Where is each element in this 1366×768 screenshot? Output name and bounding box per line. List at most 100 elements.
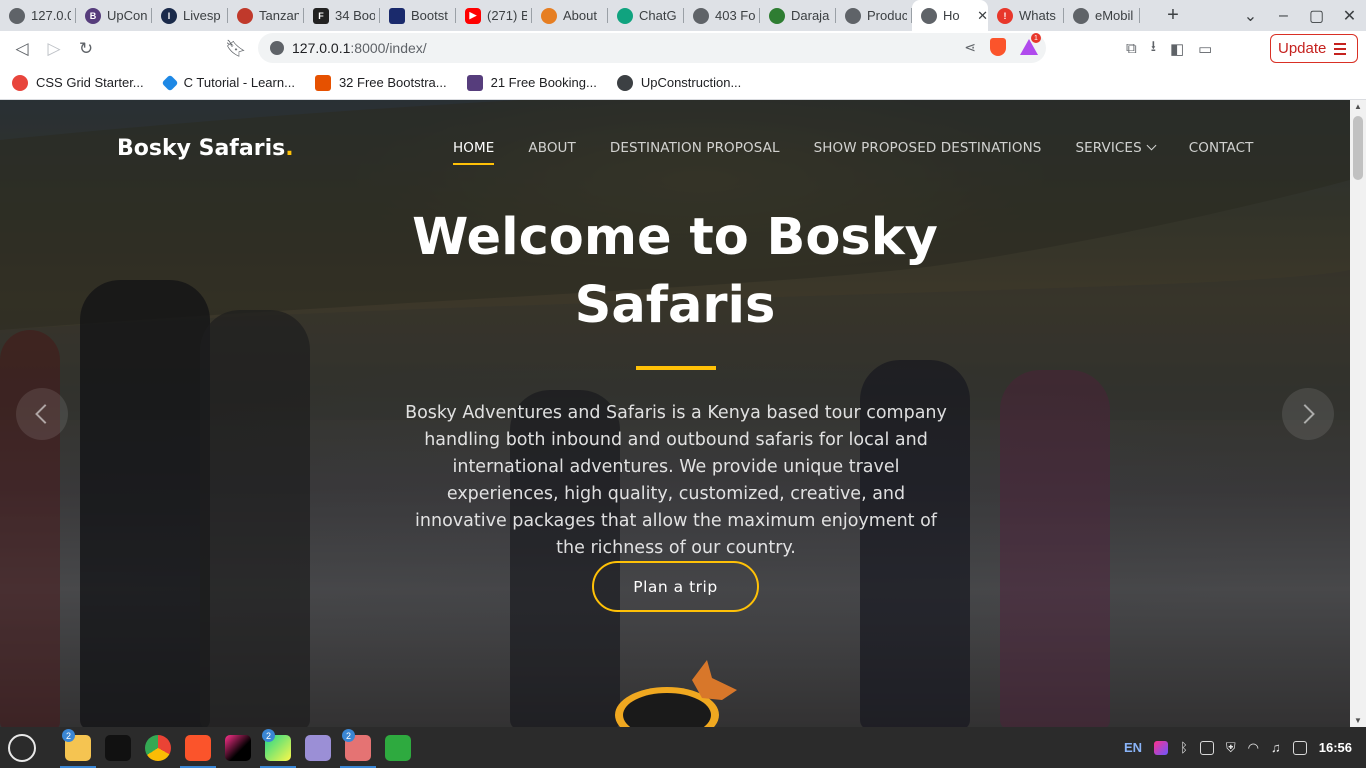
plan-trip-button[interactable]: Plan a trip xyxy=(592,561,759,612)
jetbrains-toolbox-app[interactable] xyxy=(218,727,258,768)
battery-icon[interactable] xyxy=(1292,740,1307,755)
hero-description: Bosky Adventures and Safaris is a Kenya … xyxy=(405,403,947,558)
bookmark-item[interactable]: 21 Free Booking... xyxy=(466,74,597,91)
brave-rewards-icon[interactable]: 1 xyxy=(1020,33,1041,55)
nav-contact[interactable]: CONTACT xyxy=(1189,140,1254,156)
brave-shields-icon[interactable] xyxy=(990,38,1006,56)
chevron-down-icon xyxy=(1146,140,1157,151)
site-info-icon[interactable] xyxy=(270,41,284,55)
nav-services-label: SERVICES xyxy=(1075,140,1142,156)
tab-item[interactable]: F 34 Boo xyxy=(304,0,380,31)
nav-destination-proposal[interactable]: DESTINATION PROPOSAL xyxy=(610,140,780,156)
sidebar-icon[interactable]: ◧ xyxy=(1170,40,1184,58)
scroll-up-icon[interactable]: ▲ xyxy=(1354,102,1362,111)
bookmark-icon[interactable]: 🔖︎ xyxy=(220,33,252,65)
tab-item[interactable]: Bootst xyxy=(380,0,456,31)
address-bar[interactable]: 127.0.0.1:8000/index/ ⋖ 1 xyxy=(258,33,1046,63)
nav-show-proposed-destinations[interactable]: SHOW PROPOSED DESTINATIONS xyxy=(814,140,1042,156)
mint-menu-button[interactable] xyxy=(2,727,42,768)
tab-item[interactable]: l Livesp xyxy=(152,0,228,31)
tab-item[interactable]: B UpCon xyxy=(76,0,152,31)
bookmark-item[interactable]: UpConstruction... xyxy=(616,74,741,91)
scroll-down-icon[interactable]: ▼ xyxy=(1354,716,1362,725)
nav-about[interactable]: ABOUT xyxy=(528,140,576,156)
new-tab-button[interactable]: + xyxy=(1160,0,1186,31)
bookmark-item[interactable]: CSS Grid Starter... xyxy=(12,74,144,91)
main-nav: HOME ABOUT DESTINATION PROPOSAL SHOW PRO… xyxy=(453,140,1254,165)
back-icon[interactable]: ◁ xyxy=(6,33,38,65)
tab-item[interactable]: 403 Fo xyxy=(684,0,760,31)
maximize-icon[interactable]: ▢ xyxy=(1300,0,1333,31)
nav-home[interactable]: HOME xyxy=(453,140,495,165)
spreadsheet-app[interactable] xyxy=(378,727,418,768)
wifi-icon[interactable]: ◠ xyxy=(1248,740,1259,756)
toolbox-tray-icon[interactable] xyxy=(1154,740,1169,755)
pycharm-app[interactable]: 2 xyxy=(258,727,298,768)
text-editor-app[interactable] xyxy=(298,727,338,768)
bookmark-item[interactable]: C Tutorial - Learn... xyxy=(161,74,295,91)
bookmark-item[interactable]: 32 Free Bootstra... xyxy=(314,74,447,91)
tab-title: Bootst xyxy=(411,8,448,23)
bluetooth-icon[interactable]: ᛒ xyxy=(1180,740,1188,755)
extensions-icon[interactable]: ⧉ xyxy=(1126,40,1137,57)
close-window-icon[interactable]: ✕ xyxy=(1333,0,1366,31)
share-icon[interactable]: ⋖ xyxy=(964,39,976,56)
clipboard-icon[interactable] xyxy=(1199,740,1214,755)
tab-item[interactable]: ! Whats xyxy=(988,0,1064,31)
nav-services[interactable]: SERVICES xyxy=(1075,140,1157,156)
update-label: Update xyxy=(1278,40,1327,57)
tab-item-active[interactable]: Ho ✕ xyxy=(912,0,988,31)
colorlib-icon xyxy=(466,74,483,91)
tab-item[interactable]: About xyxy=(532,0,608,31)
carousel-prev-button[interactable] xyxy=(16,388,68,440)
scrollbar-thumb[interactable] xyxy=(1353,116,1363,180)
downloads-icon[interactable]: ⭳ xyxy=(1151,36,1156,61)
bookmark-label: C Tutorial - Learn... xyxy=(183,75,295,90)
tab-item[interactable]: 127.0.0 xyxy=(0,0,76,31)
tab-item[interactable]: Tanzan xyxy=(228,0,304,31)
mint-logo-icon xyxy=(8,733,36,762)
rewards-badge: 1 xyxy=(1031,33,1041,43)
tab-title: Produc xyxy=(867,8,907,23)
close-icon[interactable]: ✕ xyxy=(977,8,988,24)
tab-item[interactable]: Daraja xyxy=(760,0,836,31)
page-scrollbar[interactable]: ▲ ▼ xyxy=(1350,100,1366,727)
chrome-app[interactable] xyxy=(138,727,178,768)
update-button[interactable]: Update xyxy=(1270,34,1358,63)
minimize-icon[interactable]: – xyxy=(1267,0,1300,31)
music-icon[interactable]: ♫ xyxy=(1271,740,1281,755)
site-brand[interactable]: Bosky Safaris. xyxy=(117,136,294,161)
tab-item[interactable]: eMobil xyxy=(1064,0,1140,31)
image-viewer-app[interactable]: 2 xyxy=(338,727,378,768)
window-count-badge: 2 xyxy=(262,729,275,742)
brave-icon xyxy=(185,734,211,761)
url-host: 127.0.0.1 xyxy=(292,40,351,56)
files-app[interactable]: 2 xyxy=(58,727,98,768)
tab-title: Livesp xyxy=(183,8,221,23)
toolbox-icon xyxy=(225,734,251,761)
page-viewport: Bosky Safaris. HOME ABOUT DESTINATION PR… xyxy=(0,100,1350,727)
chrome-icon xyxy=(145,734,171,761)
tab-search-icon[interactable]: ⌄ xyxy=(1234,0,1267,31)
system-tray: EN ᛒ ⛨ ◠ ♫ 16:56 xyxy=(1124,727,1352,768)
clock[interactable]: 16:56 xyxy=(1319,740,1352,755)
tab-item[interactable]: Produc xyxy=(836,0,912,31)
wallet-icon[interactable]: ▭ xyxy=(1198,40,1212,58)
shield-icon[interactable]: ⛨ xyxy=(1226,740,1236,756)
brave-app[interactable] xyxy=(178,727,218,768)
terminal-app[interactable] xyxy=(98,727,138,768)
keyboard-layout[interactable]: EN xyxy=(1124,740,1142,755)
url-path: :8000/index/ xyxy=(350,40,427,56)
tab-title: Daraja xyxy=(791,8,830,23)
tab-item[interactable]: ▶ (271) B xyxy=(456,0,532,31)
daraja-icon xyxy=(769,7,785,24)
reload-icon[interactable]: ↻ xyxy=(70,33,102,65)
forward-icon[interactable]: ▷ xyxy=(38,33,70,65)
globe-icon xyxy=(9,7,25,24)
carousel-next-button[interactable] xyxy=(1282,388,1334,440)
globe-icon xyxy=(693,7,709,24)
c-tutorial-icon xyxy=(161,74,179,91)
tab-title: UpCon xyxy=(107,8,147,23)
tab-item[interactable]: ChatG xyxy=(608,0,684,31)
live-icon: l xyxy=(161,7,177,24)
